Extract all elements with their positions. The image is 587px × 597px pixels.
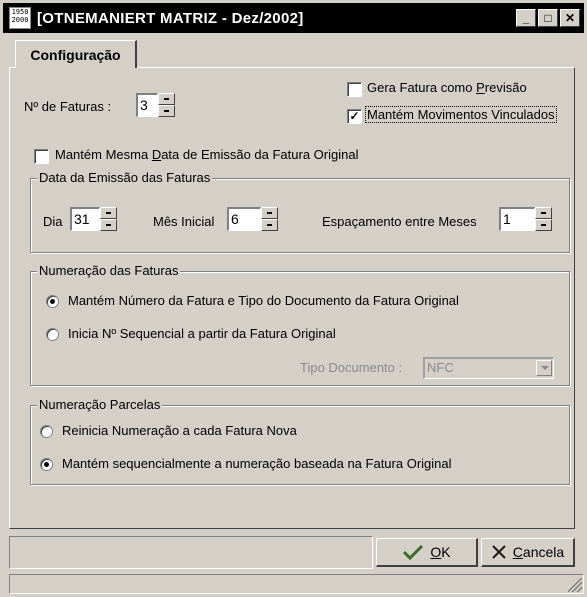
- status-panel: [9, 574, 584, 594]
- dia-input[interactable]: 31: [70, 207, 100, 231]
- spin-down-icon[interactable]: [158, 105, 175, 117]
- spin-up-icon[interactable]: [100, 207, 117, 219]
- espacamento-spin-buttons[interactable]: [535, 207, 552, 231]
- numeracao-parcelas-legend: Numeração Parcelas: [37, 397, 163, 412]
- minimize-button[interactable]: _: [516, 9, 536, 27]
- mantem-data-checkbox[interactable]: [34, 149, 49, 164]
- mes-inicial-label: Mês Inicial: [153, 214, 215, 229]
- spin-up-icon[interactable]: [535, 207, 552, 219]
- reinicia-numeracao-label[interactable]: Reinicia Numeração a cada Fatura Nova: [62, 423, 297, 438]
- tab-configuracao[interactable]: Configuração: [15, 40, 137, 68]
- inicia-sequencial-label[interactable]: Inicia Nº Sequencial a partir da Fatura …: [68, 326, 336, 341]
- numeracao-faturas-legend: Numeração das Faturas: [37, 263, 181, 278]
- mes-inicial-spinner[interactable]: 6: [227, 207, 278, 231]
- tipo-documento-value: NFC: [427, 360, 454, 375]
- mantem-movimentos-label[interactable]: Mantém Movimentos Vinculados: [365, 106, 557, 123]
- chevron-down-icon[interactable]: [536, 360, 552, 376]
- espacamento-input[interactable]: 1: [499, 207, 535, 231]
- cancel-button[interactable]: Cancela: [481, 538, 575, 567]
- dia-spinner[interactable]: 31: [70, 207, 117, 231]
- mes-inicial-input[interactable]: 6: [227, 207, 261, 231]
- dia-spin-buttons[interactable]: [100, 207, 117, 231]
- mes-spin-buttons[interactable]: [261, 207, 278, 231]
- ok-button[interactable]: OK: [376, 538, 478, 567]
- mantem-data-label[interactable]: Mantém Mesma Data de Emissão da Fatura O…: [55, 147, 358, 162]
- close-button[interactable]: ✕: [560, 9, 580, 27]
- spin-up-icon[interactable]: [261, 207, 278, 219]
- status-bar: [9, 574, 584, 594]
- cancel-x-icon: [492, 545, 506, 559]
- espacamento-label: Espaçamento entre Meses: [322, 214, 477, 229]
- faturas-spin-buttons[interactable]: [158, 93, 175, 117]
- mantem-numero-radio[interactable]: [46, 295, 59, 308]
- maximize-button[interactable]: □: [538, 9, 558, 27]
- button-bar-spacer: [9, 536, 373, 569]
- faturas-input[interactable]: 3: [136, 93, 158, 117]
- button-bar: OK Cancela: [9, 536, 575, 569]
- mantem-sequencial-label[interactable]: Mantém sequencialmente a numeração basea…: [62, 456, 452, 471]
- numeracao-parcelas-group: [30, 405, 570, 485]
- tab-panel: Nº de Faturas : 3 Gera Fatura como Previ…: [9, 67, 575, 529]
- mantem-numero-label[interactable]: Mantém Número da Fatura e Tipo do Docume…: [68, 293, 459, 308]
- inicia-sequencial-radio[interactable]: [46, 328, 59, 341]
- cancel-label: Cancela: [512, 544, 565, 560]
- title-bar[interactable]: 1950 2000 [OTNEMANIERT MATRIZ - Dez/2002…: [3, 3, 584, 33]
- spin-down-icon[interactable]: [100, 219, 117, 231]
- mantem-sequencial-radio[interactable]: [40, 458, 53, 471]
- tipo-documento-select[interactable]: NFC: [423, 357, 554, 379]
- tipo-documento-label: Tipo Documento :: [300, 360, 403, 375]
- dialog-window: 1950 2000 [OTNEMANIERT MATRIZ - Dez/2002…: [0, 0, 587, 597]
- spin-up-icon[interactable]: [158, 93, 175, 105]
- check-icon: [403, 544, 424, 560]
- resize-grip-icon[interactable]: [568, 578, 582, 592]
- reinicia-numeracao-radio[interactable]: [40, 425, 53, 438]
- emissao-legend: Data da Emissão das Faturas: [37, 170, 213, 185]
- spin-down-icon[interactable]: [261, 219, 278, 231]
- espacamento-spinner[interactable]: 1: [499, 207, 552, 231]
- dia-label: Dia: [43, 214, 63, 229]
- gera-fatura-label[interactable]: Gera Fatura como Previsão: [367, 80, 527, 95]
- mantem-movimentos-checkbox[interactable]: ✓: [347, 109, 362, 124]
- faturas-spinner[interactable]: 3: [136, 93, 175, 117]
- gera-fatura-checkbox[interactable]: [347, 82, 362, 97]
- faturas-label: Nº de Faturas :: [24, 99, 112, 114]
- app-icon: 1950 2000: [9, 7, 31, 29]
- spin-down-icon[interactable]: [535, 219, 552, 231]
- ok-label: OK: [430, 544, 451, 560]
- window-title: [OTNEMANIERT MATRIZ - Dez/2002]: [37, 9, 304, 27]
